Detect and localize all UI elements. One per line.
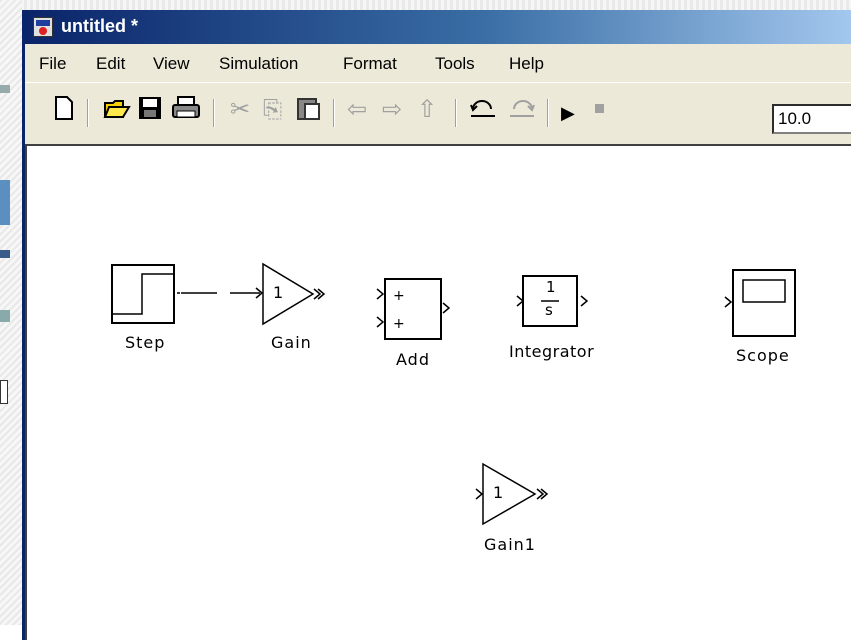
integrator-numerator: 1 bbox=[546, 278, 557, 296]
background-window-edge bbox=[0, 0, 22, 625]
add-sign-2: + bbox=[393, 316, 406, 332]
menu-tools[interactable]: Tools bbox=[435, 54, 475, 74]
gain-label[interactable]: Gain bbox=[271, 333, 312, 352]
paste-icon[interactable] bbox=[295, 95, 321, 129]
background-fragment bbox=[0, 250, 10, 258]
menu-file[interactable]: File bbox=[39, 54, 66, 74]
stop-simulation-icon[interactable] bbox=[593, 95, 607, 129]
add-sign-1: + bbox=[393, 288, 406, 304]
start-simulation-icon[interactable]: ▶ bbox=[561, 98, 575, 128]
back-icon[interactable]: ⇦ bbox=[347, 95, 367, 125]
menu-view[interactable]: View bbox=[153, 54, 190, 74]
undo-icon[interactable] bbox=[468, 95, 498, 129]
menu-help[interactable]: Help bbox=[509, 54, 544, 74]
toolbar-separator bbox=[333, 99, 335, 127]
step-block[interactable] bbox=[111, 264, 175, 324]
integrator-label[interactable]: Integrator bbox=[509, 342, 594, 361]
gain1-label[interactable]: Gain1 bbox=[484, 535, 536, 554]
step-label[interactable]: Step bbox=[125, 333, 165, 352]
background-fragment bbox=[0, 180, 10, 225]
add-block[interactable] bbox=[376, 278, 451, 340]
add-label[interactable]: Add bbox=[396, 350, 430, 369]
background-window-strip bbox=[0, 0, 851, 10]
background-fragment bbox=[0, 310, 10, 322]
print-icon[interactable] bbox=[171, 95, 201, 129]
menu-simulation[interactable]: Simulation bbox=[219, 54, 298, 74]
gain-value: 1 bbox=[273, 283, 284, 302]
menu-format[interactable]: Format bbox=[343, 54, 397, 74]
menu-bar: File Edit View Simulation Format Tools H… bbox=[25, 48, 851, 76]
cut-icon[interactable]: ✂ bbox=[230, 95, 250, 125]
toolbar-separator bbox=[87, 99, 89, 127]
background-fragment bbox=[0, 380, 8, 404]
scope-block[interactable] bbox=[724, 269, 796, 337]
simulink-app-icon[interactable] bbox=[33, 17, 53, 37]
stop-time-field[interactable]: 10.0 bbox=[772, 104, 851, 134]
redo-icon[interactable] bbox=[507, 95, 537, 129]
background-fragment bbox=[0, 85, 10, 93]
copy-icon[interactable]: ⎘ bbox=[263, 95, 282, 125]
title-bar[interactable]: untitled * bbox=[25, 10, 851, 44]
menu-edit[interactable]: Edit bbox=[96, 54, 125, 74]
window-title: untitled * bbox=[61, 16, 138, 36]
save-icon[interactable] bbox=[137, 95, 163, 129]
gain1-value: 1 bbox=[493, 483, 504, 502]
block-diagram bbox=[111, 262, 796, 526]
toolbar-separator bbox=[455, 99, 457, 127]
toolbar: ✂ ⎘ ⇦ ⇨ ⇧ ▶ 10.0 bbox=[25, 82, 851, 143]
open-icon[interactable] bbox=[103, 95, 131, 129]
model-canvas[interactable]: 1 + + 1 s 1 Step Gain Add Integrator Sco… bbox=[25, 144, 851, 640]
gain1-block[interactable] bbox=[475, 462, 549, 526]
integrator-denominator: s bbox=[545, 301, 554, 319]
scope-label[interactable]: Scope bbox=[736, 346, 790, 365]
toolbar-separator bbox=[213, 99, 215, 127]
toolbar-separator bbox=[547, 99, 549, 127]
up-icon[interactable]: ⇧ bbox=[417, 95, 437, 125]
new-model-icon[interactable] bbox=[53, 95, 75, 129]
forward-icon[interactable]: ⇨ bbox=[382, 95, 402, 125]
stop-time-value: 10.0 bbox=[778, 109, 812, 128]
simulink-model-window: untitled * File Edit View Simulation For… bbox=[22, 10, 851, 640]
